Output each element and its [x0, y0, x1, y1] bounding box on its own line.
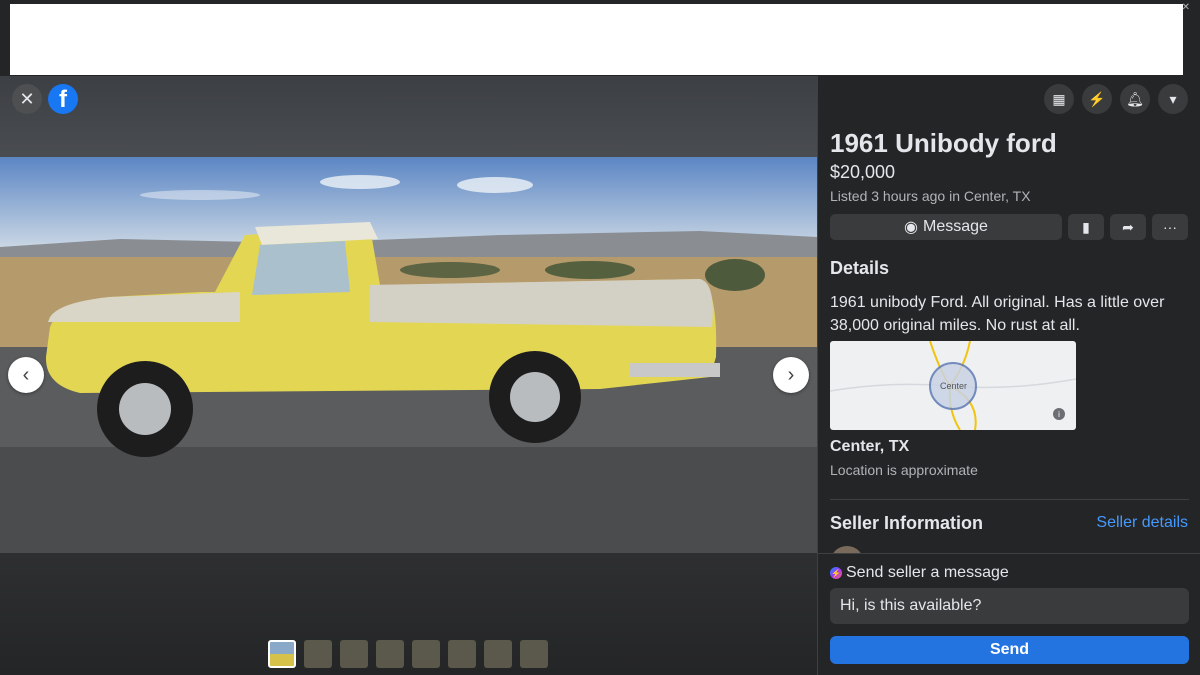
listing-title: 1961 Unibody ford [830, 128, 1057, 158]
listing-photo [0, 157, 817, 553]
thumbnail[interactable] [412, 640, 440, 668]
header-actions: ▦ ⚡ 🔔︎ ▾ [1044, 84, 1188, 114]
previous-photo-button[interactable]: ‹ [8, 357, 44, 393]
next-photo-button[interactable]: › [773, 357, 809, 393]
listing-actions: ◉ Message ▮ ➦ ··· [830, 214, 1188, 240]
message-button-label: Message [923, 218, 988, 235]
listing-panel: ▦ ⚡ 🔔︎ ▾ 1961 Unibody ford $20,000 Liste… [817, 76, 1200, 675]
compose-label-text: Send seller a message [846, 564, 1009, 581]
send-button[interactable]: Send [830, 636, 1189, 664]
message-composer: ⚡ Send seller a message Send [818, 553, 1200, 675]
thumbnail[interactable] [268, 640, 296, 668]
thumbnail[interactable] [448, 640, 476, 668]
location-map[interactable]: i Center [830, 341, 1076, 430]
thumbnail[interactable] [376, 640, 404, 668]
more-options-button[interactable]: ··· [1152, 214, 1188, 240]
seller-heading: Seller Information [830, 513, 984, 533]
thumbnail[interactable] [484, 640, 512, 668]
share-icon: ➦ [1122, 218, 1134, 235]
listed-info: Listed 3 hours ago in Center, TX [830, 188, 1031, 204]
location-note: Location is approximate [830, 462, 978, 478]
marketplace-window: ✕ ✕ f ‹ › ▦ ⚡ 🔔︎ ▾ 1961 Unibody ford $20… [0, 0, 1200, 675]
svg-text:i: i [1058, 410, 1060, 419]
truck-photo-illustration [0, 157, 817, 553]
bookmark-icon: ▮ [1082, 218, 1090, 235]
thumbnail[interactable] [520, 640, 548, 668]
save-button[interactable]: ▮ [1068, 214, 1104, 240]
blank-overlay [10, 4, 1183, 75]
thumbnail[interactable] [304, 640, 332, 668]
top-bar: ✕ [0, 0, 1200, 76]
map-center-label: Center [940, 381, 968, 391]
divider [830, 499, 1189, 500]
message-button[interactable]: ◉ Message [830, 214, 1062, 240]
notifications-bell-icon[interactable]: 🔔︎ [1120, 84, 1150, 114]
messenger-icon[interactable]: ⚡ [1082, 84, 1112, 114]
close-icon[interactable]: ✕ [1182, 2, 1190, 13]
messenger-icon: ⚡ [830, 567, 842, 579]
close-viewer-button[interactable]: ✕ [12, 84, 42, 114]
location-city: Center, TX [830, 438, 910, 455]
compose-label: ⚡ Send seller a message [830, 564, 1009, 582]
details-heading: Details [830, 258, 890, 278]
share-button[interactable]: ➦ [1110, 214, 1146, 240]
listing-price: $20,000 [830, 162, 896, 182]
listing-description: 1961 unibody Ford. All original. Has a l… [830, 294, 1165, 334]
messenger-icon: ◉ [904, 219, 919, 236]
message-input[interactable] [830, 588, 1189, 624]
account-dropdown-icon[interactable]: ▾ [1158, 84, 1188, 114]
photo-viewer: ✕ f ‹ › [0, 76, 817, 675]
thumbnail-strip [268, 640, 548, 668]
thumbnail[interactable] [340, 640, 368, 668]
facebook-logo[interactable]: f [48, 84, 78, 114]
menu-grid-icon[interactable]: ▦ [1044, 84, 1074, 114]
seller-details-link[interactable]: Seller details [1096, 514, 1188, 532]
